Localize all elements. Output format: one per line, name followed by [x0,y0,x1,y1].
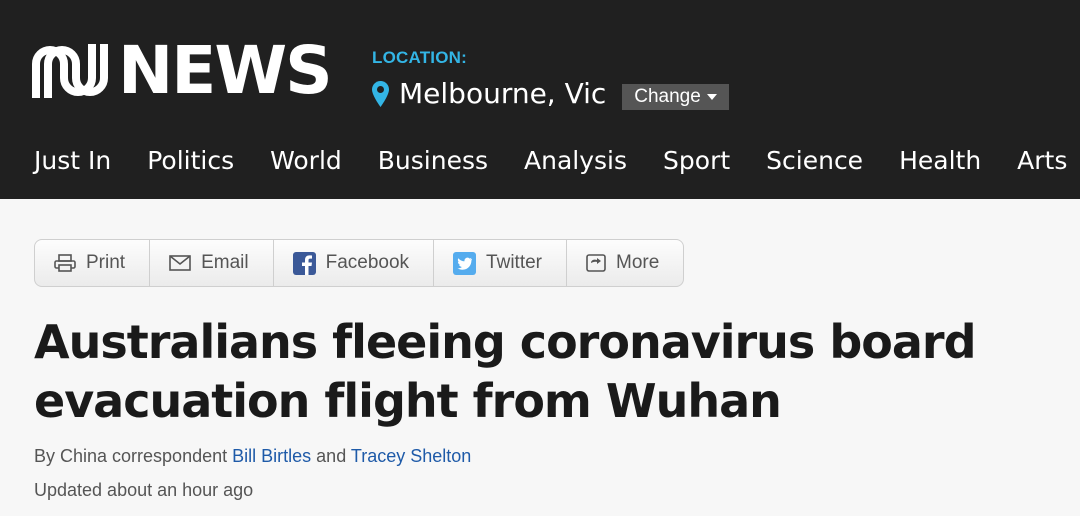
email-icon [169,255,191,271]
change-label: Change [634,86,701,107]
facebook-icon [292,251,316,275]
location-pin-icon [372,80,389,107]
nav-item-analysis[interactable]: Analysis [524,146,627,175]
nav-item-sport[interactable]: Sport [663,146,730,175]
location-display: Melbourne, Vic [372,77,606,110]
print-label: Print [86,252,126,273]
logo-text: NEWS [118,32,333,109]
author-link-tracey-shelton[interactable]: Tracey Shelton [351,446,471,466]
facebook-share-button[interactable]: Facebook [274,240,435,286]
nav-item-world[interactable]: World [270,146,342,175]
nav-item-science[interactable]: Science [766,146,863,175]
twitter-label: Twitter [486,252,542,273]
change-location-button[interactable]: Change [622,84,729,110]
share-toolbar: Print Email Facebook Twitter More [34,239,685,287]
twitter-share-button[interactable]: Twitter [434,240,567,286]
article-headline: Australians fleeing coronavirus board ev… [34,315,977,428]
chevron-down-icon [706,94,717,100]
location-name: Melbourne, Vic [399,77,607,110]
nav-item-politics[interactable]: Politics [147,146,234,175]
nav-item-business[interactable]: Business [378,146,488,175]
more-share-button[interactable]: More [567,240,683,286]
nav-item-arts[interactable]: Arts [1017,146,1067,175]
main-nav: Just In Politics World Business Analysis… [34,146,1080,175]
more-label: More [616,252,660,273]
print-button[interactable]: Print [35,240,151,286]
site-header: NEWS LOCATION: Melbourne, Vic Change Jus… [0,0,1080,199]
email-button[interactable]: Email [150,240,274,286]
byline-prefix: By China correspondent [34,446,228,466]
location-label: LOCATION: [372,48,467,67]
more-icon [586,254,606,272]
facebook-label: Facebook [325,252,410,273]
nav-item-just-in[interactable]: Just In [34,146,111,175]
twitter-icon [453,251,477,275]
abc-logo-icon [32,44,108,98]
print-icon [54,254,76,272]
updated-timestamp: Updated about an hour ago [34,480,254,500]
email-label: Email [201,252,249,273]
abc-news-logo[interactable]: NEWS [30,32,333,109]
article-byline: By China correspondent Bill Birtles and … [34,446,471,467]
nav-item-health[interactable]: Health [899,146,981,175]
author-link-bill-birtles[interactable]: Bill Birtles [232,446,311,466]
byline-conjunction: and [316,446,347,466]
